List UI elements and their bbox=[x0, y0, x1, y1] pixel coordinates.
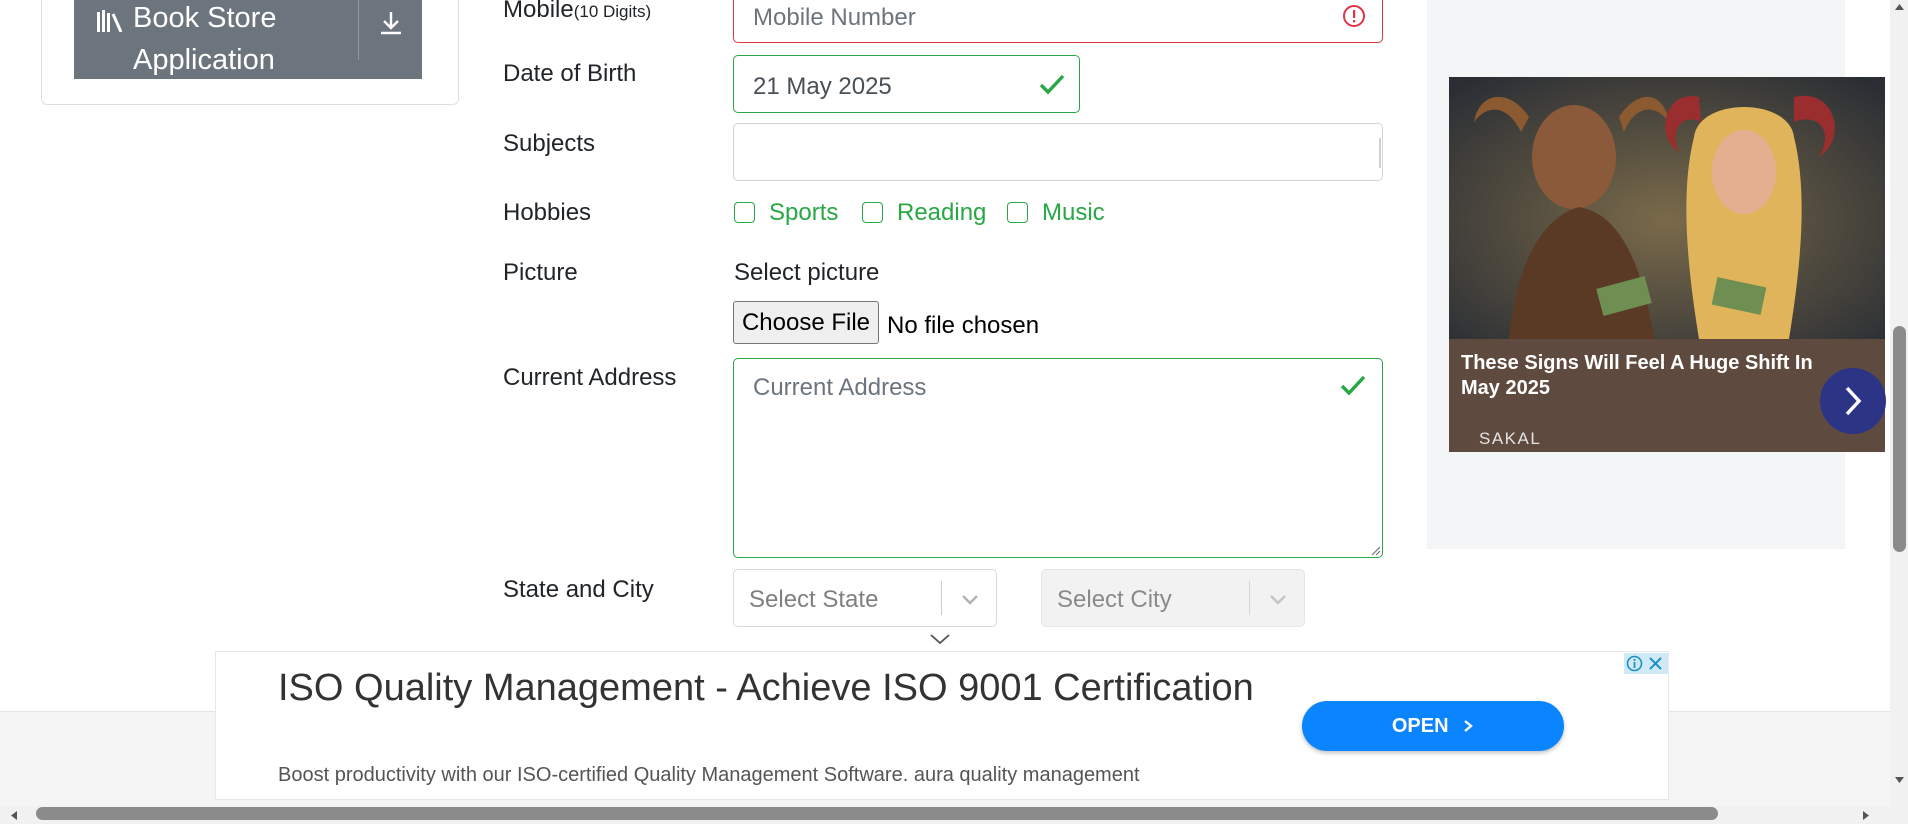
state-select[interactable]: Select State bbox=[733, 569, 997, 627]
side-ad-image[interactable] bbox=[1449, 77, 1885, 339]
hobby-music-label: Music bbox=[1042, 199, 1105, 226]
ad-illustration bbox=[1449, 77, 1885, 339]
dob-label: Date of Birth bbox=[503, 60, 637, 87]
checkbox-box[interactable] bbox=[734, 202, 755, 223]
hobby-sports-checkbox[interactable]: Sports bbox=[734, 199, 838, 227]
side-ad-headline[interactable]: These Signs Will Feel A Huge Shift In Ma… bbox=[1461, 351, 1821, 401]
horizontal-scroll-thumb[interactable] bbox=[36, 807, 1718, 820]
resize-handle-icon[interactable] bbox=[1369, 544, 1381, 556]
side-ad-source: SAKAL bbox=[1479, 429, 1542, 448]
close-icon[interactable] bbox=[1648, 656, 1663, 671]
checkbox-box[interactable] bbox=[1007, 202, 1028, 223]
banner-ad-title[interactable]: ISO Quality Management - Achieve ISO 900… bbox=[278, 664, 1258, 712]
open-label: OPEN bbox=[1391, 715, 1449, 737]
banner-open-button[interactable]: OPEN bbox=[1302, 701, 1564, 751]
hobby-music-checkbox[interactable]: Music bbox=[1007, 199, 1105, 227]
hobby-reading-label: Reading bbox=[897, 199, 987, 226]
hobby-reading-checkbox[interactable]: Reading bbox=[862, 199, 986, 227]
no-file-text: No file chosen bbox=[887, 312, 1040, 339]
select-picture-label: Select picture bbox=[734, 259, 880, 286]
select-separator bbox=[941, 581, 942, 615]
state-city-label: State and City bbox=[503, 576, 654, 603]
book-store-label-line1: Book Store bbox=[133, 2, 277, 34]
book-store-app-item[interactable]: Book Store Application bbox=[74, 0, 422, 79]
scroll-down-icon[interactable] bbox=[1894, 776, 1905, 784]
scroll-right-icon[interactable] bbox=[1862, 810, 1870, 821]
check-icon bbox=[1340, 375, 1366, 396]
address-label: Current Address bbox=[503, 364, 677, 391]
divider bbox=[358, 0, 359, 60]
dob-value: 21 May 2025 bbox=[753, 73, 892, 100]
subjects-input[interactable] bbox=[733, 123, 1383, 181]
address-textarea[interactable]: Current Address bbox=[733, 358, 1383, 558]
banner-ad-description: Boost productivity with our ISO-certifie… bbox=[278, 764, 1140, 786]
books-icon bbox=[97, 10, 123, 32]
error-icon bbox=[1343, 5, 1365, 27]
state-placeholder: Select State bbox=[749, 586, 879, 613]
check-icon bbox=[1039, 74, 1065, 95]
mobile-input[interactable]: Mobile Number bbox=[733, 0, 1383, 43]
chevron-down-icon[interactable] bbox=[1267, 588, 1289, 610]
checkbox-box[interactable] bbox=[862, 202, 883, 223]
ad-next-button[interactable] bbox=[1820, 368, 1886, 434]
adchoices-badge[interactable] bbox=[1624, 653, 1668, 674]
scroll-left-icon[interactable] bbox=[10, 810, 18, 821]
bottom-banner-ad[interactable]: ISO Quality Management - Achieve ISO 900… bbox=[215, 651, 1669, 800]
mobile-label: Mobile(10 Digits) bbox=[503, 0, 652, 23]
download-icon[interactable] bbox=[378, 10, 404, 36]
city-select[interactable]: Select City bbox=[1041, 569, 1305, 627]
choose-file-button[interactable]: Choose File bbox=[733, 301, 879, 344]
select-separator bbox=[1249, 581, 1250, 615]
vertical-scroll-thumb[interactable] bbox=[1893, 326, 1906, 552]
chevron-down-icon[interactable] bbox=[959, 588, 981, 610]
subjects-scroll-marker bbox=[1379, 138, 1381, 168]
hobbies-label: Hobbies bbox=[503, 199, 592, 226]
city-placeholder: Select City bbox=[1057, 586, 1172, 613]
chevron-right-icon bbox=[1845, 386, 1862, 416]
subjects-label: Subjects bbox=[503, 130, 596, 157]
scroll-up-icon[interactable] bbox=[1894, 3, 1905, 11]
mobile-hint: (10 Digits) bbox=[573, 2, 652, 21]
hobby-sports-label: Sports bbox=[769, 199, 839, 226]
book-store-label-line2: Application bbox=[133, 44, 275, 76]
dob-input[interactable]: 21 May 2025 bbox=[733, 55, 1080, 113]
address-placeholder: Current Address bbox=[753, 374, 927, 401]
picture-label: Picture bbox=[503, 259, 578, 286]
collapse-banner-icon[interactable] bbox=[929, 633, 951, 645]
chevron-right-icon bbox=[1464, 720, 1473, 732]
info-icon[interactable] bbox=[1626, 655, 1643, 672]
mobile-placeholder: Mobile Number bbox=[753, 4, 916, 31]
